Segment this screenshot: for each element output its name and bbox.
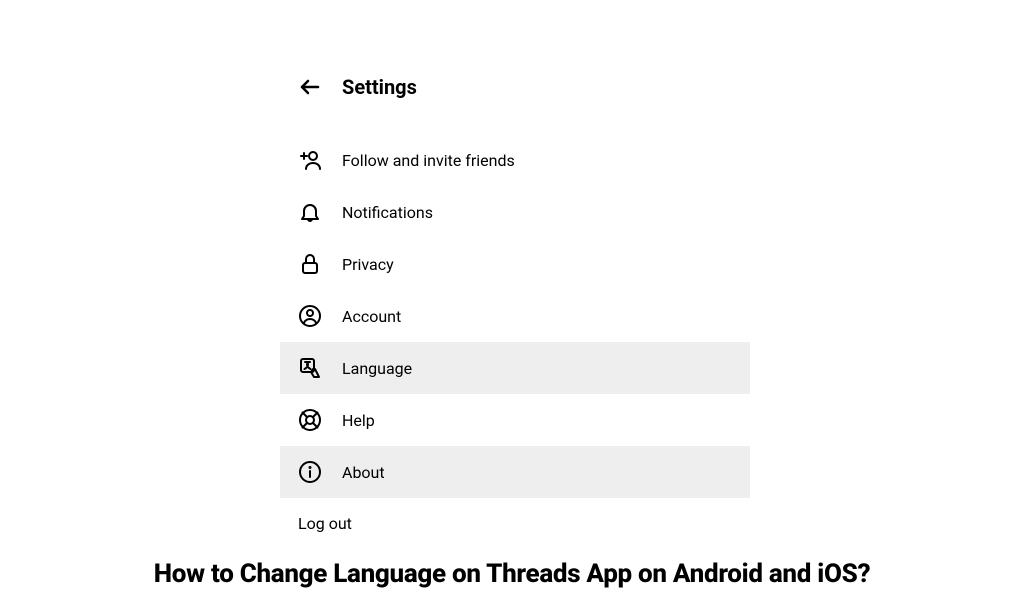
menu-item-language[interactable]: Language: [280, 342, 750, 394]
menu-item-label: Help: [342, 411, 375, 430]
menu-item-label: About: [342, 463, 385, 482]
settings-panel: Settings Follow and invite friends Notif…: [280, 75, 750, 549]
menu-item-privacy[interactable]: Privacy: [280, 238, 750, 290]
info-icon: [298, 460, 322, 484]
menu-item-label: Language: [342, 359, 412, 378]
menu-item-notifications[interactable]: Notifications: [280, 186, 750, 238]
account-icon: [298, 304, 322, 328]
article-caption: How to Change Language on Threads App on…: [0, 559, 1024, 589]
menu-item-label: Account: [342, 307, 401, 326]
menu-item-follow[interactable]: Follow and invite friends: [280, 134, 750, 186]
help-icon: [298, 408, 322, 432]
page-title: Settings: [342, 75, 417, 99]
menu-item-label: Log out: [298, 514, 352, 533]
back-icon[interactable]: [298, 75, 322, 99]
menu-item-label: Follow and invite friends: [342, 151, 515, 170]
lock-icon: [298, 252, 322, 276]
add-person-icon: [298, 148, 322, 172]
language-icon: [298, 356, 322, 380]
menu-item-about[interactable]: About: [280, 446, 750, 498]
menu-item-label: Notifications: [342, 203, 433, 222]
menu-item-account[interactable]: Account: [280, 290, 750, 342]
settings-header: Settings: [280, 75, 750, 99]
bell-icon: [298, 200, 322, 224]
menu-item-help[interactable]: Help: [280, 394, 750, 446]
menu-item-label: Privacy: [342, 255, 394, 274]
menu-item-logout[interactable]: Log out: [280, 498, 750, 549]
